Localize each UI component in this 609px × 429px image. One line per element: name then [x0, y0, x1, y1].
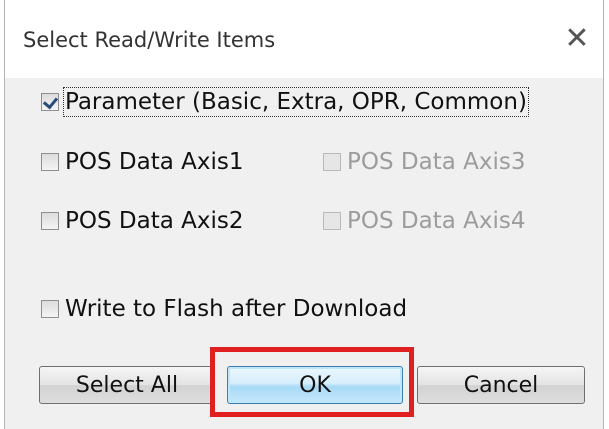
- checkbox-icon: [323, 212, 341, 230]
- pos-data-axis1-label: POS Data Axis1: [65, 149, 244, 175]
- pos-data-axis4-label: POS Data Axis4: [347, 208, 526, 234]
- write-to-flash-label: Write to Flash after Download: [65, 296, 408, 322]
- checkbox-icon[interactable]: [41, 212, 59, 230]
- select-read-write-dialog: Select Read/Write Items ✕ Parameter (Bas…: [4, 0, 604, 429]
- parameter-label: Parameter (Basic, Extra, OPR, Common): [63, 87, 529, 117]
- write-to-flash-checkbox[interactable]: Write to Flash after Download: [41, 296, 407, 322]
- checkbox-icon[interactable]: [41, 300, 59, 318]
- title-bar: Select Read/Write Items ✕: [5, 0, 603, 78]
- dialog-title: Select Read/Write Items: [23, 28, 276, 52]
- pos-data-axis4-checkbox: POS Data Axis4: [323, 208, 525, 234]
- select-all-button[interactable]: Select All: [39, 366, 215, 404]
- pos-data-axis1-checkbox[interactable]: POS Data Axis1: [41, 149, 243, 175]
- checkbox-icon[interactable]: [41, 153, 59, 171]
- checkbox-icon: [323, 153, 341, 171]
- pos-data-axis3-label: POS Data Axis3: [347, 149, 526, 175]
- parameter-checkbox[interactable]: Parameter (Basic, Extra, OPR, Common): [41, 87, 529, 117]
- cancel-button[interactable]: Cancel: [417, 366, 585, 404]
- pos-data-axis3-checkbox: POS Data Axis3: [323, 149, 525, 175]
- close-icon[interactable]: ✕: [557, 18, 597, 58]
- pos-data-axis2-checkbox[interactable]: POS Data Axis2: [41, 208, 243, 234]
- checkbox-checked-icon[interactable]: [41, 93, 59, 111]
- pos-data-axis2-label: POS Data Axis2: [65, 208, 244, 234]
- ok-button[interactable]: OK: [227, 366, 403, 404]
